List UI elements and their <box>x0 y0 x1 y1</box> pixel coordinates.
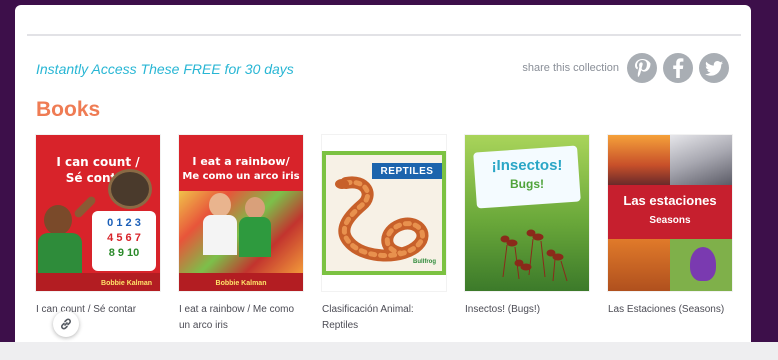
cover-author: Bobbie Kalman <box>101 280 152 287</box>
cover-illustration <box>608 239 670 291</box>
snake-illustration <box>335 176 429 262</box>
copy-link-button[interactable] <box>53 311 79 337</box>
cover-illustration <box>239 217 271 257</box>
twitter-icon[interactable] <box>699 53 729 83</box>
collection-card: Instantly Access These FREE for 30 days … <box>15 5 751 342</box>
ants-illustration <box>500 229 568 282</box>
book-card[interactable]: ¡Insectos! Bugs! Insectos! (Bugs!) <box>465 135 589 318</box>
cover-title-line: I can count / <box>56 155 140 169</box>
cover-illustration <box>690 247 716 281</box>
cover-publisher: Bullfrog <box>413 259 436 265</box>
link-icon <box>61 318 71 330</box>
cover-title-line: Seasons <box>649 215 691 226</box>
bottom-bar <box>0 342 778 360</box>
book-cover-image: ¡Insectos! Bugs! <box>465 135 589 291</box>
cover-digits: 4 5 6 7 <box>107 232 141 244</box>
share-label: share this collection <box>522 62 619 74</box>
cover-title-line: I eat a rainbow/ <box>192 155 290 168</box>
cover-illustration <box>608 135 670 185</box>
cover-digits: 8 9 10 <box>108 247 140 259</box>
cover-title-line: Bugs! <box>510 177 544 191</box>
cover-illustration <box>245 197 265 219</box>
book-card[interactable]: I can count / Sé contar 0 1 2 3 4 5 6 7 … <box>36 135 160 318</box>
cover-illustration <box>670 135 732 185</box>
cover-title-line: Las estaciones <box>623 193 717 208</box>
cover-author: Bobbie Kalman <box>215 280 267 287</box>
cover-title-line: ¡Insectos! <box>491 157 563 174</box>
pinterest-icon[interactable] <box>627 53 657 83</box>
book-cover-image: I can count / Sé contar 0 1 2 3 4 5 6 7 … <box>36 135 160 291</box>
book-cover-image: Las estaciones Seasons <box>608 135 732 291</box>
share-bar: share this collection <box>522 51 729 85</box>
book-title[interactable]: Clasificación Animal: Reptiles <box>322 302 450 334</box>
section-title: Books <box>36 98 101 121</box>
book-title[interactable]: Insectos! (Bugs!) <box>465 302 593 318</box>
book-title[interactable]: Las Estaciones (Seasons) <box>608 302 736 318</box>
facebook-icon[interactable] <box>663 53 693 83</box>
free-access-tagline: Instantly Access These FREE for 30 days <box>36 61 294 77</box>
cover-illustration <box>38 233 82 275</box>
cover-digits: 0 1 2 3 <box>107 217 141 229</box>
cover-illustration <box>203 215 237 255</box>
book-card[interactable]: REPTILES Bullfrog Clasificación Animal: … <box>322 135 446 334</box>
cover-illustration <box>108 169 152 209</box>
book-title[interactable]: I eat a rainbow / Me como un arco iris <box>179 302 307 334</box>
book-card[interactable]: Las estaciones Seasons Las Estaciones (S… <box>608 135 732 318</box>
cover-illustration <box>209 193 231 217</box>
book-cover-image: REPTILES Bullfrog <box>322 135 446 291</box>
cover-title-line: Me como un arco iris <box>182 171 300 182</box>
book-cover-image: I eat a rainbow/ Me como un arco iris Bo… <box>179 135 303 291</box>
book-card[interactable]: I eat a rainbow/ Me como un arco iris Bo… <box>179 135 303 334</box>
divider <box>27 34 741 36</box>
cover-illustration <box>44 205 72 235</box>
